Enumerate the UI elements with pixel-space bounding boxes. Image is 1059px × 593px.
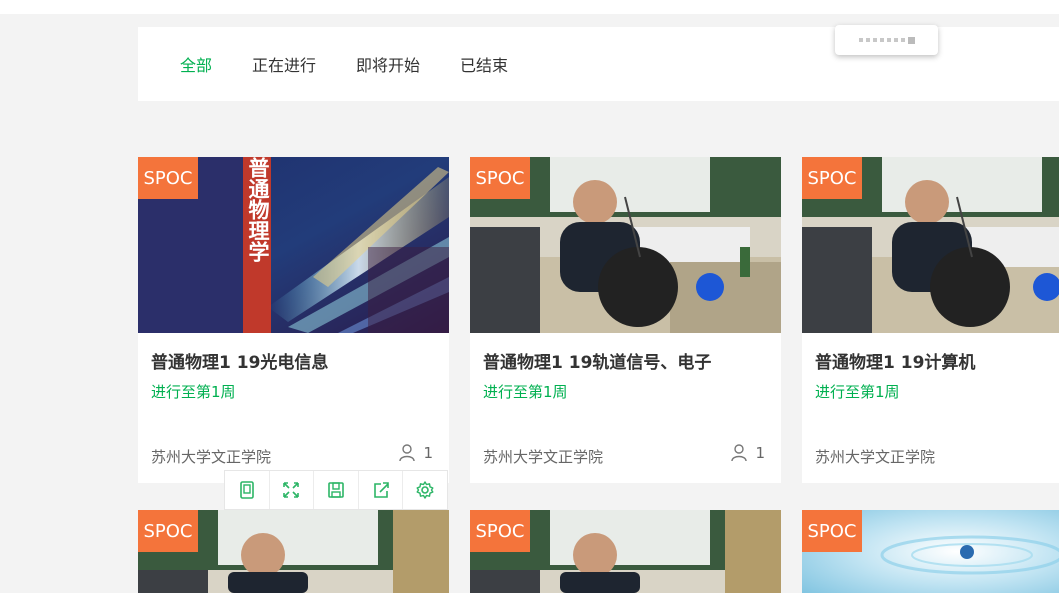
course-status: 进行至第1周: [483, 383, 568, 401]
course-card[interactable]: SPOC: [138, 510, 449, 593]
settings-button[interactable]: [403, 471, 447, 509]
course-cover-image[interactable]: SPOC: [470, 510, 781, 593]
course-school: 苏州大学文正学院: [151, 448, 272, 466]
course-school: 苏州大学文正学院: [815, 448, 936, 466]
course-school: 苏州大学文正学院: [483, 448, 604, 466]
course-status: 进行至第1周: [815, 383, 900, 401]
tab-ended[interactable]: 已结束: [460, 52, 508, 76]
save-icon: [328, 482, 344, 498]
save-button[interactable]: [314, 471, 359, 509]
spoc-badge: SPOC: [138, 510, 198, 552]
spoc-badge: SPOC: [470, 157, 530, 199]
tab-ongoing[interactable]: 正在进行: [252, 52, 316, 76]
course-card[interactable]: 普通物理学 SPOC 普通物理1 19光电信息 进行至第1周 苏州大学文正学院 …: [138, 157, 449, 483]
course-cover-image[interactable]: SPOC: [470, 157, 781, 333]
share-icon: [373, 482, 389, 498]
course-title[interactable]: 普通物理1 19光电信息: [151, 348, 328, 373]
course-cover-image[interactable]: SPOC: [802, 157, 1059, 333]
floating-toolbar-pill[interactable]: [835, 25, 938, 55]
top-strip: [0, 0, 1059, 14]
expand-icon: [283, 482, 300, 498]
person-icon: [731, 444, 748, 462]
tablet-icon: [239, 481, 254, 499]
course-cover-image[interactable]: SPOC: [802, 510, 1059, 593]
course-title[interactable]: 普通物理1 19轨道信号、电子: [483, 348, 711, 373]
spoc-badge: SPOC: [470, 510, 530, 552]
student-count: 1: [731, 444, 765, 462]
course-cover-image[interactable]: 普通物理学 SPOC: [138, 157, 449, 333]
spoc-badge: SPOC: [802, 157, 862, 199]
course-card[interactable]: SPOC: [802, 510, 1059, 593]
tab-all[interactable]: 全部: [180, 52, 212, 76]
student-count-value: 1: [755, 444, 765, 462]
student-count-value: 1: [423, 444, 433, 462]
drag-handle-icon[interactable]: [858, 36, 915, 44]
settings-icon: [416, 481, 434, 499]
course-card[interactable]: SPOC 普通物理1 19计算机 进行至第1周 苏州大学文正学院: [802, 157, 1059, 483]
course-page: 全部 正在进行 即将开始 已结束 普通物理学 SPOC 普通物理1 19光电信息…: [0, 0, 1059, 593]
course-title[interactable]: 普通物理1 19计算机: [815, 348, 975, 373]
course-cover-image[interactable]: SPOC: [138, 510, 449, 593]
course-status: 进行至第1周: [151, 383, 236, 401]
person-icon: [399, 444, 416, 462]
course-card[interactable]: SPOC: [470, 510, 781, 593]
course-card[interactable]: SPOC 普通物理1 19轨道信号、电子 进行至第1周 苏州大学文正学院 1: [470, 157, 781, 483]
student-count: 1: [399, 444, 433, 462]
share-button[interactable]: [359, 471, 404, 509]
book-title-text: 普通物理学: [246, 157, 270, 262]
tab-upcoming[interactable]: 即将开始: [356, 52, 420, 76]
expand-button[interactable]: [270, 471, 315, 509]
spoc-badge: SPOC: [802, 510, 862, 552]
tablet-button[interactable]: [225, 471, 270, 509]
card-action-toolbar: [224, 470, 448, 510]
spoc-badge: SPOC: [138, 157, 198, 199]
